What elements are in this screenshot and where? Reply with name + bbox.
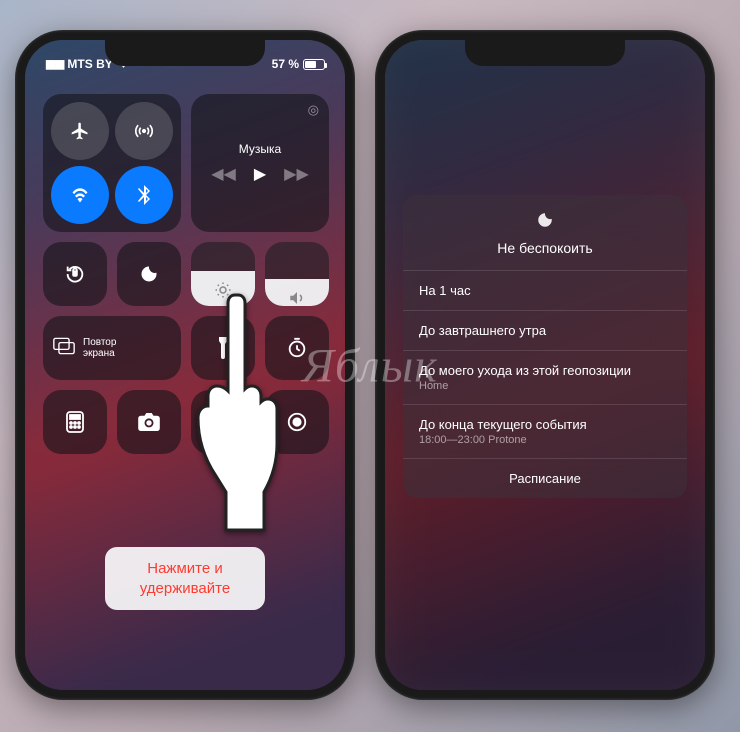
volume-slider[interactable]	[265, 242, 329, 306]
camera-button[interactable]	[117, 390, 181, 454]
battery-icon	[303, 59, 325, 70]
brightness-icon	[214, 281, 232, 304]
dnd-option-until-morning[interactable]: До завтрашнего утра	[403, 311, 687, 351]
music-widget[interactable]: ◎ Музыка ◀◀ ▶ ▶▶	[191, 94, 329, 232]
music-prev-icon[interactable]: ◀◀	[211, 164, 236, 184]
orientation-lock-toggle[interactable]	[43, 242, 107, 306]
flashlight-button[interactable]	[191, 316, 255, 380]
notch	[105, 40, 265, 66]
music-next-icon[interactable]: ▶▶	[284, 164, 309, 184]
moon-icon	[413, 211, 677, 234]
dnd-schedule-button[interactable]: Расписание	[403, 459, 687, 498]
notch	[465, 40, 625, 66]
screen-mirroring-icon	[53, 337, 75, 360]
music-label: Музыка	[239, 142, 281, 156]
calculator-button[interactable]	[43, 390, 107, 454]
volume-icon	[288, 289, 306, 306]
airplane-mode-toggle[interactable]	[51, 102, 109, 160]
do-not-disturb-toggle[interactable]	[117, 242, 181, 306]
phone-left: ▮▮▮▮ MTS BY 57 %	[15, 30, 355, 700]
carrier-label: MTS BY	[67, 57, 112, 71]
music-play-icon[interactable]: ▶	[254, 164, 266, 184]
bluetooth-toggle[interactable]	[115, 166, 173, 224]
wifi-toggle[interactable]	[51, 166, 109, 224]
cellular-signal-icon: ▮▮▮▮	[45, 57, 63, 71]
battery-pct: 57 %	[272, 57, 299, 71]
brightness-slider[interactable]	[191, 242, 255, 306]
phone-right: Не беспокоить На 1 час До завтрашнего ут…	[375, 30, 715, 700]
alarm-button[interactable]	[191, 390, 255, 454]
instruction-callout: Нажмите иудерживайте	[105, 547, 265, 610]
connectivity-group	[43, 94, 181, 232]
screen-mirroring-button[interactable]: Повторэкрана	[43, 316, 181, 380]
dnd-title: Не беспокоить	[413, 240, 677, 256]
dnd-popup: Не беспокоить На 1 час До завтрашнего ут…	[403, 195, 687, 498]
airplay-icon[interactable]: ◎	[308, 102, 319, 118]
timer-button[interactable]	[265, 316, 329, 380]
screen-mirroring-label: Повторэкрана	[83, 337, 116, 359]
dnd-option-until-event-end[interactable]: До конца текущего события 18:00—23:00 Pr…	[403, 405, 687, 459]
dnd-option-until-leave-location[interactable]: До моего ухода из этой геопозиции Home	[403, 351, 687, 405]
dnd-option-1hour[interactable]: На 1 час	[403, 271, 687, 311]
cellular-data-toggle[interactable]	[115, 102, 173, 160]
screen-record-button[interactable]	[265, 390, 329, 454]
